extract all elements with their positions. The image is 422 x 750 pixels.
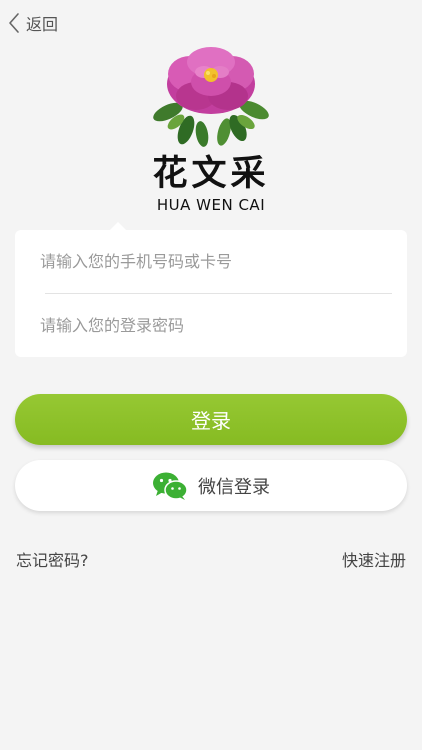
password-input[interactable] bbox=[40, 316, 380, 335]
quick-register-link[interactable]: 快速注册 bbox=[342, 547, 406, 571]
password-field bbox=[15, 294, 407, 357]
brand-logo: 花文采 HUA WEN CAI bbox=[0, 44, 422, 214]
wechat-icon bbox=[153, 472, 188, 500]
wechat-login-label: 微信登录 bbox=[198, 476, 270, 498]
login-button[interactable]: 登录 bbox=[15, 394, 407, 445]
back-label: 返回 bbox=[26, 15, 59, 34]
brand-name-en: HUA WEN CAI bbox=[156, 196, 266, 214]
peony-flower-icon bbox=[153, 47, 269, 147]
forgot-password-link[interactable]: 忘记密码? bbox=[16, 547, 89, 571]
login-form-card bbox=[15, 222, 407, 357]
chevron-left-icon bbox=[8, 12, 20, 34]
login-screen: 返回 花文采 HUA WEN CAI 请输入您的手机号码或卡号 登录 微信登录 … bbox=[0, 0, 422, 750]
phone-input[interactable] bbox=[40, 252, 380, 271]
wechat-login-button[interactable]: 微信登录 bbox=[15, 460, 407, 511]
back-button[interactable]: 返回 bbox=[8, 8, 58, 38]
brand-name-cn: 花文采 bbox=[152, 153, 270, 194]
phone-field bbox=[15, 230, 407, 293]
